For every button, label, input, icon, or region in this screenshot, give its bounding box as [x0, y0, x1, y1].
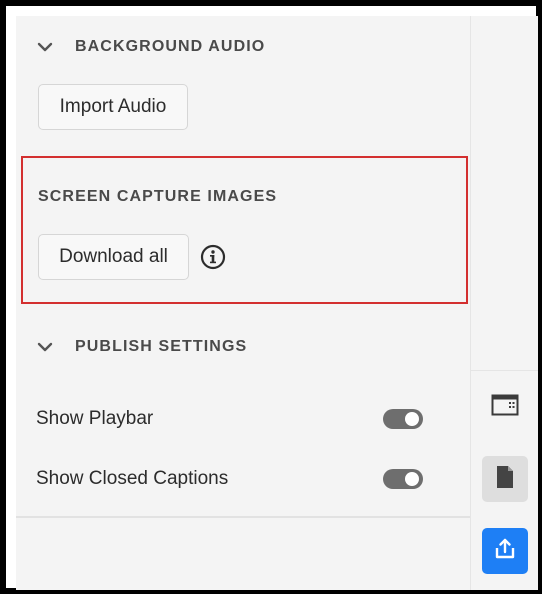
- rail-divider: [471, 370, 538, 371]
- publish-settings-header[interactable]: PUBLISH SETTINGS: [36, 338, 247, 356]
- show-closed-captions-label: Show Closed Captions: [36, 468, 229, 489]
- import-audio-button[interactable]: Import Audio: [38, 84, 188, 130]
- screen-capture-highlight: [21, 156, 468, 304]
- show-playbar-label: Show Playbar: [36, 408, 154, 429]
- share-export-icon: [493, 537, 517, 566]
- publish-settings-title: PUBLISH SETTINGS: [75, 338, 248, 355]
- document-icon: [495, 465, 515, 494]
- panel-layout-icon: [491, 394, 519, 421]
- info-icon[interactable]: [200, 244, 226, 270]
- download-all-button[interactable]: Download all: [38, 234, 189, 280]
- properties-panel: BACKGROUND AUDIO Import Audio SCREEN CAP…: [16, 16, 538, 590]
- document-button[interactable]: [482, 456, 528, 502]
- chevron-down-icon: [36, 338, 54, 356]
- frame-border: BACKGROUND AUDIO Import Audio SCREEN CAP…: [6, 6, 538, 590]
- background-audio-header[interactable]: BACKGROUND AUDIO: [36, 38, 265, 56]
- window-frame: BACKGROUND AUDIO Import Audio SCREEN CAP…: [0, 0, 542, 594]
- toggle-knob: [405, 412, 419, 426]
- right-rail: [470, 16, 538, 590]
- screen-capture-header: SCREEN CAPTURE IMAGES: [38, 188, 277, 206]
- share-export-button[interactable]: [482, 528, 528, 574]
- screen-capture-title: SCREEN CAPTURE IMAGES: [38, 188, 278, 205]
- panel-layout-button[interactable]: [482, 384, 528, 430]
- chevron-down-icon: [36, 38, 54, 56]
- show-closed-captions-toggle[interactable]: [383, 469, 423, 489]
- background-audio-title: BACKGROUND AUDIO: [75, 38, 266, 55]
- show-playbar-toggle[interactable]: [383, 409, 423, 429]
- divider: [16, 516, 470, 518]
- toggle-knob: [405, 472, 419, 486]
